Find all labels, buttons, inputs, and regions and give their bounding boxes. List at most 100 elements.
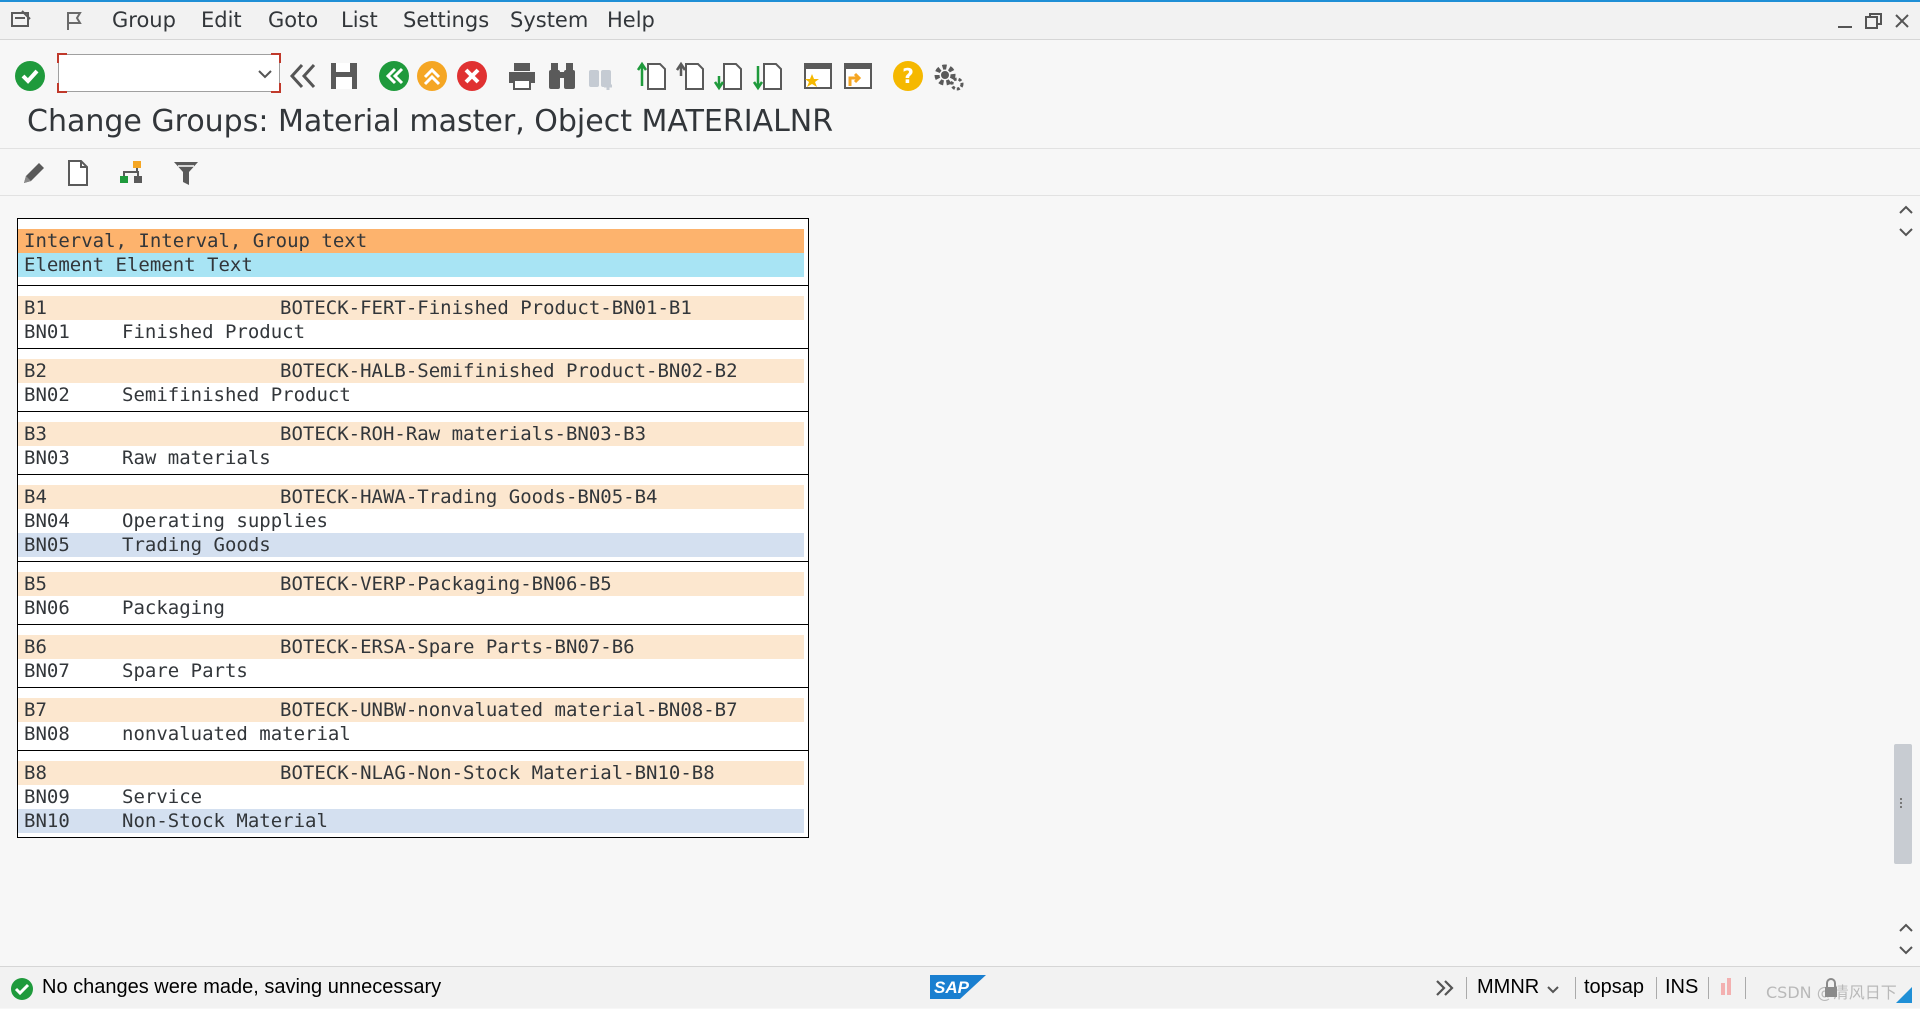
- last-page-button[interactable]: [750, 58, 786, 94]
- group-text: BOTECK-UNBW-nonvaluated material-BN08-B7: [280, 699, 738, 721]
- performance-icon: [1718, 975, 1738, 1001]
- change-group-block: B4 BOTECK-HAWA-Trading Goods-BN05-B4 BN04 O…: [18, 475, 808, 561]
- sap-logo-text: SAP: [934, 978, 970, 997]
- new-window-icon: [804, 63, 832, 89]
- success-icon: [10, 977, 34, 1005]
- create-session-button[interactable]: [800, 58, 836, 94]
- expand-status-button[interactable]: [1434, 977, 1456, 1003]
- save-button[interactable]: [326, 58, 362, 94]
- insert-mode[interactable]: INS: [1665, 976, 1698, 999]
- menu-settings[interactable]: Settings: [403, 8, 489, 32]
- first-page-button[interactable]: [634, 58, 670, 94]
- application-toolbar: [0, 148, 1920, 196]
- menu-edit[interactable]: Edit: [201, 8, 242, 32]
- exit-icon: [417, 61, 447, 91]
- element-row[interactable]: BN05 Trading Goods: [18, 533, 804, 557]
- previous-page-button[interactable]: [674, 58, 710, 94]
- group-row[interactable]: B4 BOTECK-HAWA-Trading Goods-BN05-B4: [18, 485, 804, 509]
- chevron-down-icon[interactable]: [257, 66, 273, 85]
- menu-icon[interactable]: [10, 10, 32, 34]
- help-button[interactable]: ?: [890, 58, 926, 94]
- element-row[interactable]: BN08 nonvaluated material: [18, 722, 804, 746]
- vertical-scrollbar[interactable]: [1892, 196, 1920, 966]
- group-row[interactable]: B1 BOTECK-FERT-Finished Product-BN01-B1: [18, 296, 804, 320]
- group-text: BOTECK-NLAG-Non-Stock Material-BN10-B8: [280, 762, 715, 784]
- group-row[interactable]: B7 BOTECK-UNBW-nonvaluated material-BN08-…: [18, 698, 804, 722]
- scrollbar-thumb[interactable]: [1894, 744, 1912, 864]
- group-text: BOTECK-HAWA-Trading Goods-BN05-B4: [280, 486, 658, 508]
- element-row[interactable]: BN06 Packaging: [18, 596, 804, 620]
- back-icon: [379, 61, 409, 91]
- element-row[interactable]: BN04 Operating supplies: [18, 509, 804, 533]
- close-window-button[interactable]: [1893, 12, 1911, 34]
- cancel-button[interactable]: [454, 58, 490, 94]
- chevron-down-icon[interactable]: [1546, 981, 1560, 1000]
- scroll-down-icon[interactable]: [1898, 942, 1914, 961]
- group-row[interactable]: B2 BOTECK-HALB-Semifinished Product-BN02-…: [18, 359, 804, 383]
- element-row[interactable]: BN01 Finished Product: [18, 320, 804, 344]
- binoculars-icon: [549, 63, 575, 89]
- group-row[interactable]: B8 BOTECK-NLAG-Non-Stock Material-BN10-B8: [18, 761, 804, 785]
- page-title: Change Groups: Material master, Object M…: [27, 104, 834, 139]
- element-code: BN05: [24, 534, 70, 556]
- customize-layout-button[interactable]: [930, 58, 966, 94]
- group-row[interactable]: B6 BOTECK-ERSA-Spare Parts-BN07-B6: [18, 635, 804, 659]
- menu-group[interactable]: Group: [112, 8, 176, 32]
- status-message[interactable]: No changes were made, saving unnecessary: [42, 976, 441, 999]
- command-field[interactable]: [57, 53, 281, 93]
- menu-goto[interactable]: Goto: [268, 8, 318, 32]
- find-button[interactable]: [544, 58, 580, 94]
- back-button[interactable]: [376, 58, 412, 94]
- status-divider: [1745, 977, 1746, 999]
- hierarchy-icon: [120, 161, 142, 183]
- menu-system[interactable]: System: [510, 8, 588, 32]
- resize-grip-icon[interactable]: [1894, 985, 1914, 1009]
- server-name: topsap: [1584, 976, 1645, 998]
- element-row[interactable]: BN07 Spare Parts: [18, 659, 804, 683]
- create-button[interactable]: [60, 155, 96, 191]
- scroll-page-up-icon[interactable]: [1898, 920, 1914, 939]
- scroll-page-down-icon[interactable]: [1898, 224, 1914, 243]
- filter-button[interactable]: [168, 155, 204, 191]
- enter-button[interactable]: [12, 58, 48, 94]
- double-chevron-left-icon: [289, 63, 316, 89]
- element-text: Finished Product: [122, 321, 306, 343]
- edit-button[interactable]: [16, 155, 52, 191]
- element-row[interactable]: BN10 Non-Stock Material: [18, 809, 804, 833]
- next-page-button[interactable]: [712, 58, 748, 94]
- group-row[interactable]: B3 BOTECK-ROH-Raw materials-BN03-B3: [18, 422, 804, 446]
- status-divider: [1708, 977, 1709, 999]
- shortcut-button[interactable]: [840, 58, 876, 94]
- list-header-element-line: Element Element Text: [18, 253, 804, 277]
- element-row[interactable]: BN09 Service: [18, 785, 804, 809]
- change-groups-list: Interval, Interval, Group text Element E…: [17, 218, 809, 838]
- scroll-up-icon[interactable]: [1898, 202, 1914, 221]
- group-interval: B4: [24, 486, 47, 508]
- restore-button[interactable]: [1864, 12, 1884, 34]
- group-row[interactable]: B5 BOTECK-VERP-Packaging-BN06-B5: [18, 572, 804, 596]
- minimize-button[interactable]: [1836, 12, 1854, 34]
- pencil-icon: [24, 163, 44, 183]
- status-bar: No changes were made, saving unnecessary…: [0, 966, 1920, 1008]
- collapse-button[interactable]: [284, 58, 320, 94]
- find-next-button[interactable]: [584, 58, 620, 94]
- exit-button[interactable]: [414, 58, 450, 94]
- check-icon: [15, 61, 45, 91]
- group-interval: B7: [24, 699, 47, 721]
- element-code: BN02: [24, 384, 70, 406]
- group-text: BOTECK-ROH-Raw materials-BN03-B3: [280, 423, 647, 445]
- change-group-block: B1 BOTECK-FERT-Finished Product-BN01-B1 BN…: [18, 286, 808, 348]
- element-text: Trading Goods: [122, 534, 271, 556]
- element-row[interactable]: BN03 Raw materials: [18, 446, 804, 470]
- shortcut-icon: [844, 63, 872, 89]
- menu-help[interactable]: Help: [607, 8, 655, 32]
- print-button[interactable]: [504, 58, 540, 94]
- menu-list[interactable]: List: [341, 8, 378, 32]
- element-row[interactable]: BN02 Semifinished Product: [18, 383, 804, 407]
- change-group-block: B3 BOTECK-ROH-Raw materials-BN03-B3 BN03 Ra…: [18, 412, 808, 474]
- flag-icon[interactable]: [64, 10, 86, 36]
- group-text: BOTECK-FERT-Finished Product-BN01-B1: [280, 297, 692, 319]
- element-code: BN06: [24, 597, 70, 619]
- hierarchy-button[interactable]: [114, 155, 150, 191]
- system-toolbar: ?: [0, 40, 1920, 114]
